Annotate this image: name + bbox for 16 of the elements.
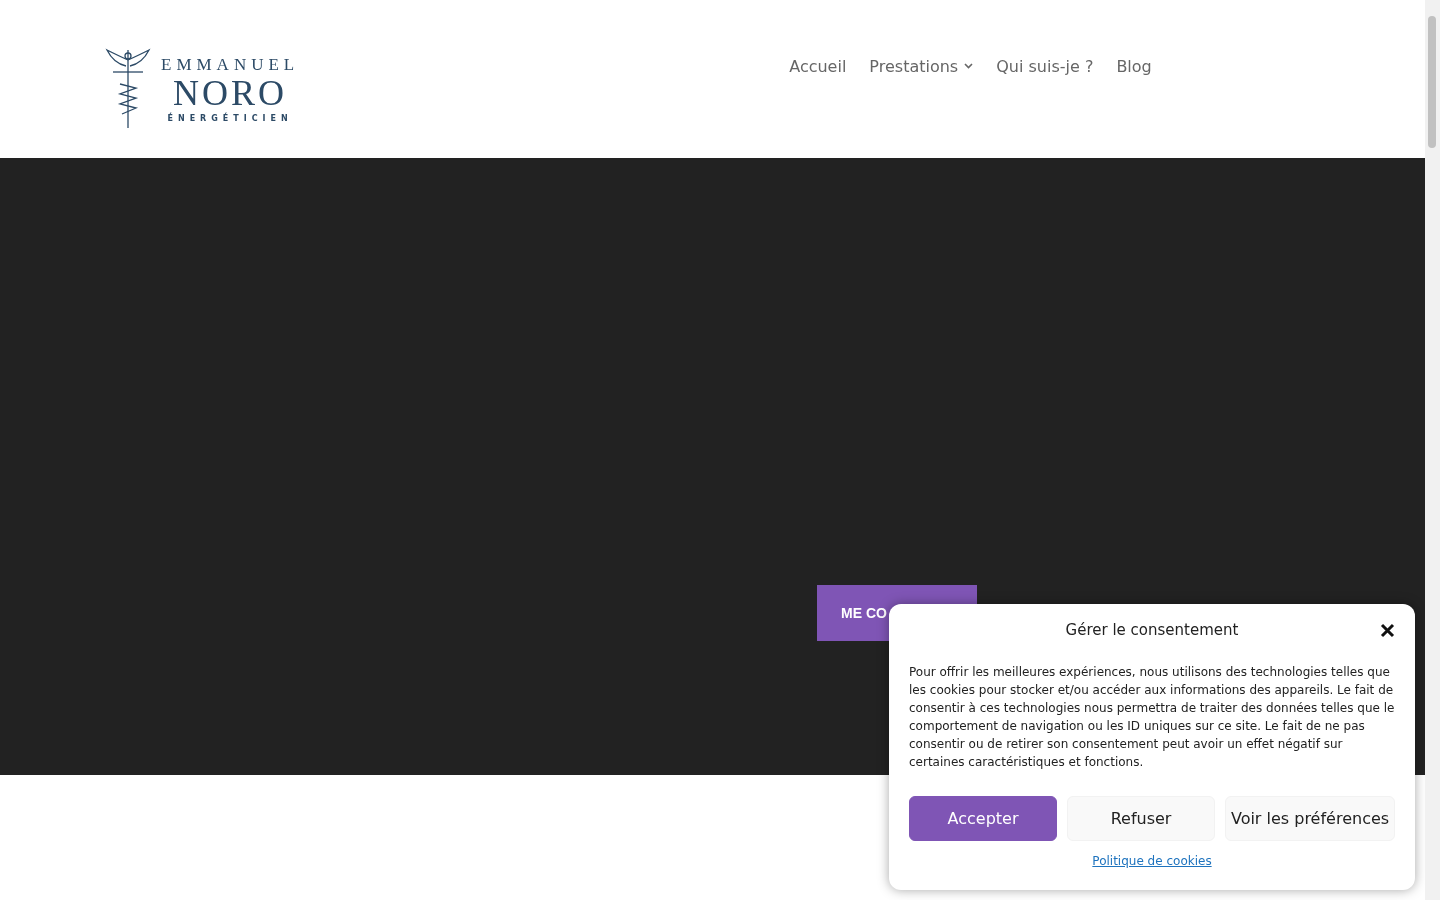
accept-button[interactable]: Accepter — [909, 796, 1058, 841]
close-icon[interactable] — [1380, 623, 1395, 638]
dialog-title: Gérer le consentement — [1065, 621, 1239, 639]
cookie-policy-link[interactable]: Politique de cookies — [1092, 854, 1212, 868]
nav-link[interactable]: Prestations — [869, 55, 974, 77]
nav-link[interactable]: Blog — [1116, 55, 1152, 77]
logo-subtitle: ÉNERGÉTICIEN — [167, 113, 293, 123]
preferences-button[interactable]: Voir les préférences — [1225, 796, 1395, 841]
caduceus-icon — [105, 48, 151, 130]
logo-name-top: EMMANUEL — [161, 55, 300, 74]
refuse-button[interactable]: Refuser — [1067, 796, 1216, 841]
logo-name: NORO — [173, 73, 288, 112]
scrollbar-thumb[interactable] — [1428, 16, 1436, 148]
nav-link[interactable]: Qui suis-je ? — [996, 55, 1094, 77]
consent-text: Pour offrir les meilleures expériences, nous utilisons des technologies telles que les cookies pour stocker et/ou accéder aux informations des appareils. Le fait de consentir à ces technologies nous permettra de traiter des données telles que le comportement de navigation ou les ID uniques sur ce site. Le fait de ne pas consentir ou de retirer son consentement peut avoir un effet négatif sur certaines caractéristiques et fonctions. — [909, 664, 1395, 771]
nav-link[interactable]: Accueil — [789, 55, 847, 77]
